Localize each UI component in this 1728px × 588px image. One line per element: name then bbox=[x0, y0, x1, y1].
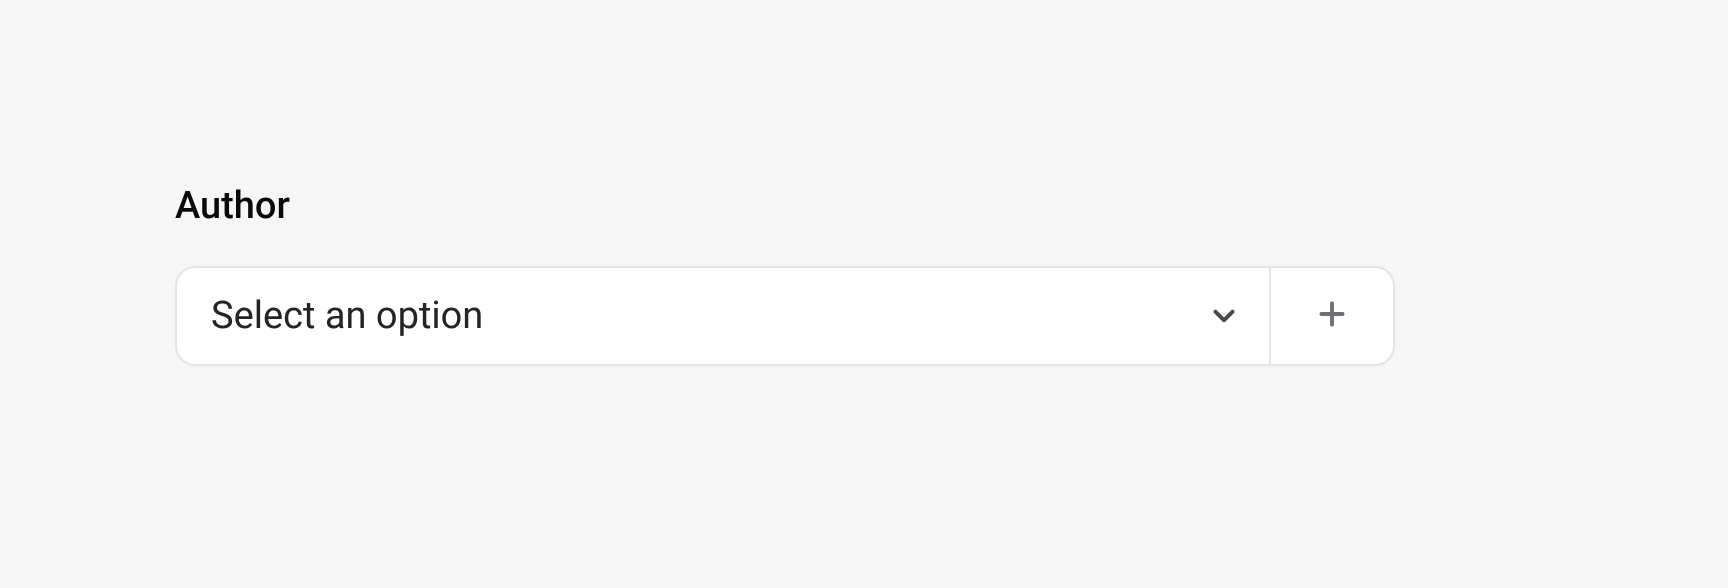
author-field-label: Author bbox=[175, 186, 1395, 228]
add-author-button[interactable] bbox=[1269, 268, 1393, 364]
plus-icon bbox=[1314, 296, 1350, 336]
chevron-down-icon bbox=[1207, 299, 1241, 333]
author-control-row: Select an option bbox=[175, 266, 1395, 366]
author-select-placeholder: Select an option bbox=[211, 297, 483, 335]
author-select[interactable]: Select an option bbox=[177, 268, 1269, 364]
